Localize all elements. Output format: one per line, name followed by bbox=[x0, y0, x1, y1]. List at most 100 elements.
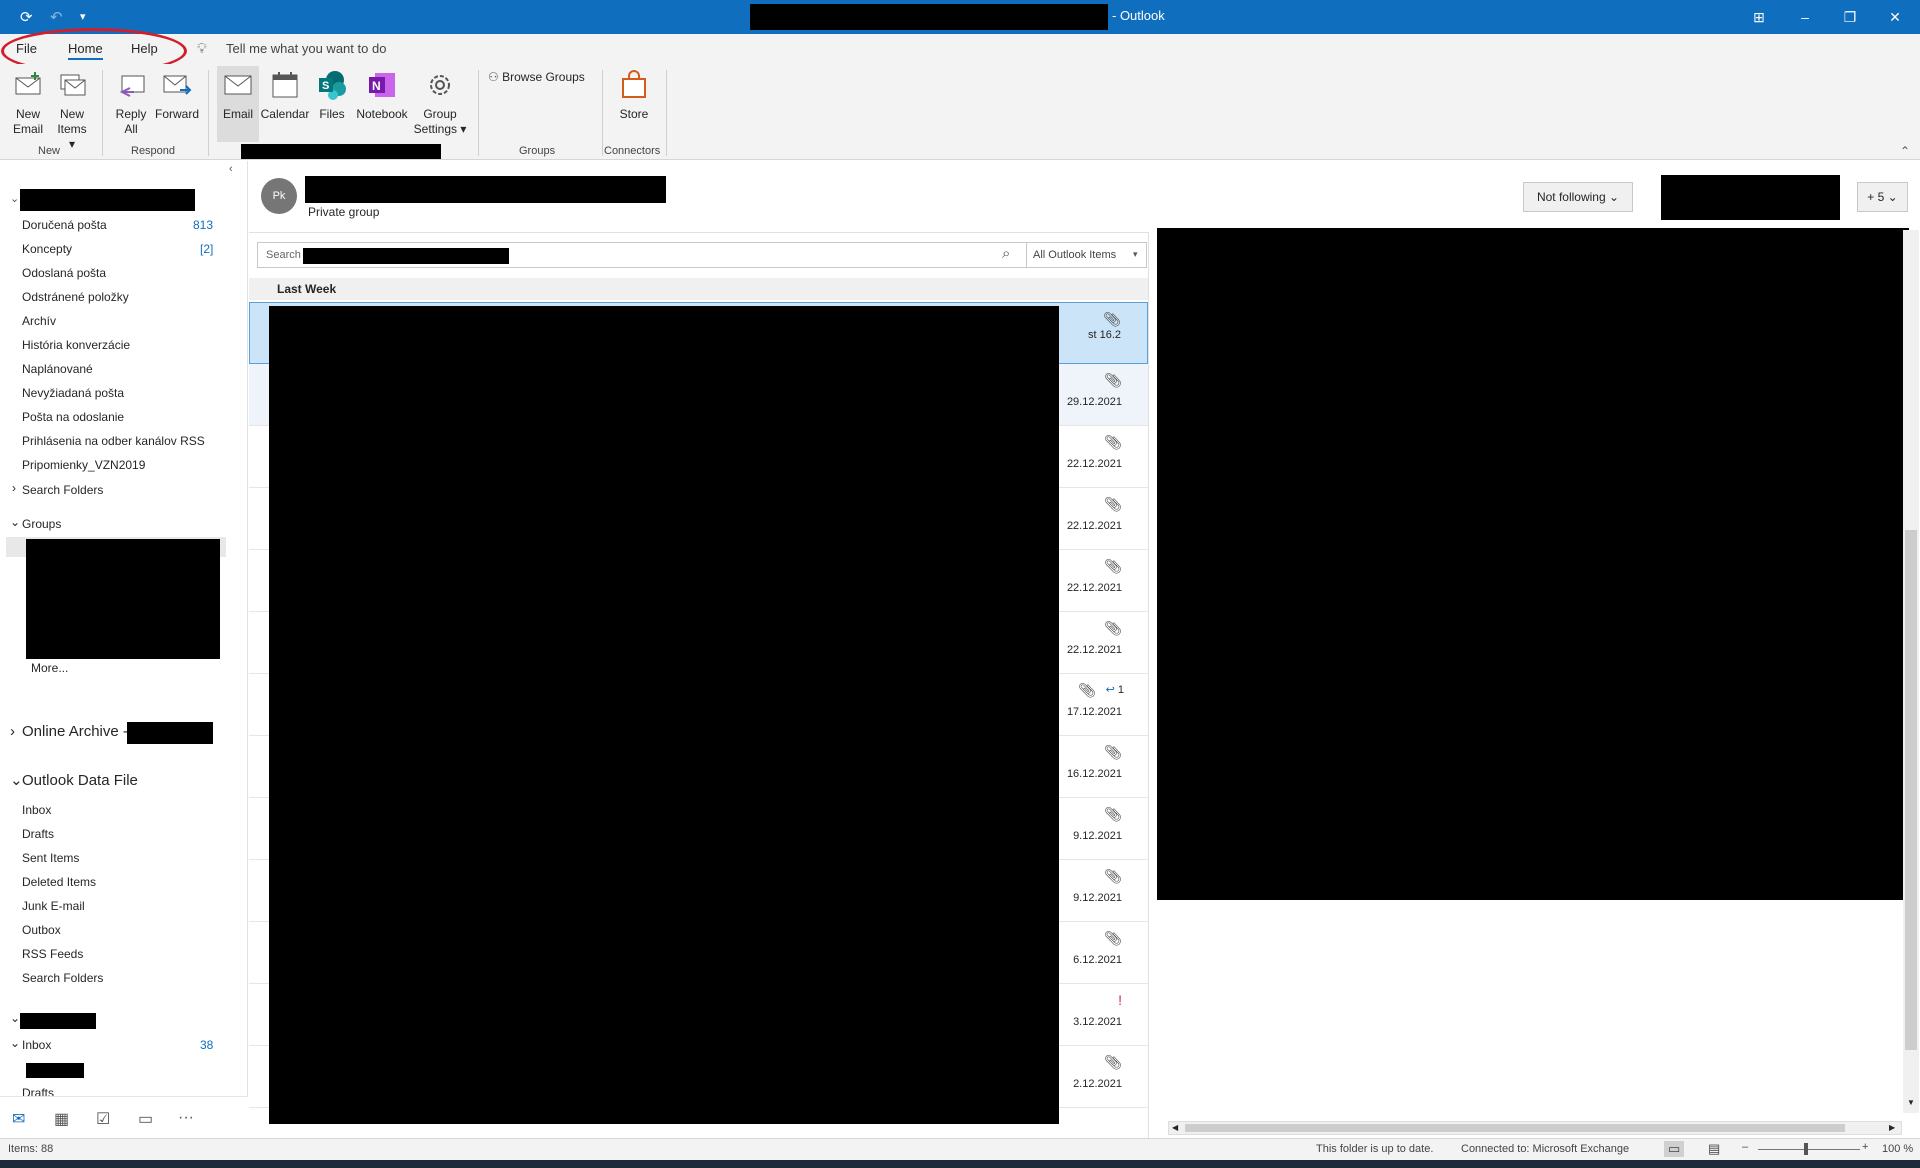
more-groups-link[interactable]: More... bbox=[31, 661, 68, 675]
collapse-pane-icon[interactable]: ‹ bbox=[229, 163, 233, 175]
chevron-down-icon[interactable]: ⌄ bbox=[10, 771, 23, 789]
attachment-icon: 📎︎ bbox=[1104, 496, 1122, 512]
zoom-out-icon[interactable]: – bbox=[1742, 1141, 1748, 1153]
tell-me-search[interactable]: Tell me what you want to do bbox=[226, 41, 386, 56]
folder-item[interactable]: Pošta na odoslanie bbox=[22, 410, 124, 424]
mail-module-icon[interactable]: ✉ bbox=[12, 1109, 25, 1129]
envelope-icon bbox=[15, 72, 41, 95]
notebook-button[interactable]: N Notebook bbox=[354, 70, 410, 122]
chevron-right-icon[interactable]: › bbox=[10, 723, 15, 740]
onenote-icon: N bbox=[369, 73, 395, 97]
new-items-icon bbox=[60, 74, 86, 96]
horizontal-scrollbar[interactable]: ◀ ▶ bbox=[1168, 1121, 1902, 1135]
folder-item[interactable]: Nevyžiadaná pošta bbox=[22, 386, 124, 400]
reply-count: 1 bbox=[1117, 684, 1124, 696]
zoom-slider[interactable] bbox=[1758, 1149, 1860, 1150]
folder-item[interactable]: RSS Feeds bbox=[22, 947, 83, 961]
browse-groups-label: Browse Groups bbox=[502, 70, 585, 84]
folder-item[interactable]: Inbox bbox=[22, 803, 51, 817]
folder-item[interactable]: Sent Items bbox=[22, 851, 79, 865]
new-items-button[interactable]: New Items ▾ bbox=[54, 70, 90, 152]
zoom-slider-thumb[interactable] bbox=[1804, 1143, 1808, 1155]
groups-header[interactable]: Groups bbox=[22, 517, 61, 531]
attachment-icon: 📎︎ bbox=[1104, 372, 1122, 388]
message-date: 17.12.2021 bbox=[1066, 706, 1122, 718]
folder-inbox-account-3[interactable]: Inbox bbox=[22, 1038, 51, 1052]
minimize-icon[interactable]: – bbox=[1790, 6, 1820, 28]
tasks-module-icon[interactable]: ☑ bbox=[96, 1109, 110, 1129]
folder-item[interactable]: Doručená pošta bbox=[22, 218, 107, 232]
message-date: st 16.2 bbox=[1087, 329, 1121, 341]
folder-item[interactable]: Archív bbox=[22, 314, 56, 328]
scroll-left-icon[interactable]: ◀ bbox=[1172, 1123, 1178, 1132]
calendar-module-icon[interactable]: ▦ bbox=[54, 1109, 69, 1129]
sharepoint-icon: S bbox=[319, 71, 346, 100]
folder-item[interactable]: Odoslaná pošta bbox=[22, 266, 106, 280]
online-archive-header[interactable]: Online Archive - bbox=[22, 723, 128, 740]
search-icon[interactable]: ⌕ bbox=[1002, 245, 1010, 262]
folder-item[interactable]: Prihlásenia na odber kanálov RSS bbox=[22, 434, 205, 448]
search-scope-dropdown[interactable]: All Outlook Items bbox=[1033, 249, 1116, 261]
redacted-members bbox=[1661, 175, 1840, 220]
email-button[interactable]: Email bbox=[218, 70, 258, 122]
folder-item[interactable]: Junk E-mail bbox=[22, 899, 85, 913]
chevron-down-icon[interactable]: ▾ bbox=[1133, 249, 1138, 260]
section-label: Last Week bbox=[277, 282, 337, 296]
restore-icon[interactable]: ❐ bbox=[1835, 6, 1865, 28]
redacted-search-text bbox=[303, 248, 509, 264]
forward-label: Forward bbox=[154, 107, 199, 121]
new-email-button[interactable]: New Email bbox=[10, 70, 46, 137]
folders-module-icon[interactable]: ▭ bbox=[138, 1109, 153, 1129]
vertical-scrollbar[interactable]: ▼ bbox=[1903, 230, 1919, 1113]
calendar-button[interactable]: Calendar bbox=[260, 70, 310, 122]
chevron-down-icon[interactable]: ⌄ bbox=[10, 1036, 20, 1050]
search-input[interactable]: Search bbox=[266, 249, 301, 261]
customize-toolbar-icon[interactable]: ▾ bbox=[80, 10, 86, 23]
attachment-icon: 📎︎ bbox=[1104, 868, 1122, 884]
redacted-title bbox=[750, 4, 1108, 30]
collapse-ribbon-icon[interactable]: ⌃ bbox=[1900, 144, 1910, 158]
hscroll-thumb[interactable] bbox=[1185, 1124, 1845, 1132]
chevron-down-icon[interactable]: ⌄ bbox=[10, 1011, 20, 1025]
group-settings-button[interactable]: Group Settings ▾ bbox=[410, 70, 470, 137]
sync-icon[interactable]: ⟳ bbox=[20, 8, 33, 26]
more-modules-icon[interactable]: ··· bbox=[178, 1109, 194, 1127]
list-section-header[interactable]: Last Week bbox=[249, 278, 1148, 300]
group-privacy: Private group bbox=[308, 205, 380, 219]
ribbon-display-icon[interactable]: ⊞ bbox=[1744, 6, 1774, 28]
folder-item[interactable]: Outbox bbox=[22, 923, 61, 937]
normal-view-icon[interactable]: ▭ bbox=[1664, 1141, 1685, 1157]
folder-item[interactable]: Odstránené položky bbox=[22, 290, 129, 304]
group-settings-label-1: Group bbox=[423, 107, 457, 121]
search-box[interactable]: Search ⌕ All Outlook Items ▾ bbox=[257, 242, 1147, 268]
reply-all-button[interactable]: Reply All bbox=[112, 70, 150, 137]
new-items-label-1: New bbox=[59, 107, 84, 121]
folder-item[interactable]: Deleted Items bbox=[22, 875, 96, 889]
members-button[interactable]: + 5 ⌄ bbox=[1857, 182, 1908, 212]
folder-item[interactable]: Pripomienky_VZN2019 bbox=[22, 458, 145, 472]
folder-item[interactable]: História konverzácie bbox=[22, 338, 130, 352]
scroll-down-icon[interactable]: ▼ bbox=[1907, 1098, 1915, 1107]
scrollbar-thumb[interactable] bbox=[1905, 530, 1917, 1050]
reading-view-icon[interactable]: ▤ bbox=[1708, 1141, 1720, 1157]
close-icon[interactable]: ✕ bbox=[1880, 6, 1910, 28]
folder-item[interactable]: Search Folders bbox=[22, 971, 103, 985]
files-button[interactable]: S Files bbox=[314, 70, 350, 122]
redacted-message-content bbox=[269, 306, 1059, 1124]
undo-icon[interactable]: ↶ bbox=[50, 8, 63, 26]
chevron-down-icon[interactable]: ⌄ bbox=[10, 515, 20, 529]
folder-search-folders[interactable]: Search Folders bbox=[22, 483, 103, 497]
zoom-in-icon[interactable]: + bbox=[1862, 1141, 1868, 1153]
follow-dropdown[interactable]: Not following ⌄ bbox=[1523, 182, 1633, 212]
browse-groups-button[interactable]: ⚇ Browse Groups bbox=[488, 70, 585, 84]
forward-button[interactable]: Forward bbox=[154, 70, 200, 122]
chevron-right-icon[interactable]: › bbox=[12, 481, 16, 495]
folder-item[interactable]: Naplánované bbox=[22, 362, 93, 376]
chevron-down-icon[interactable]: ⌄ bbox=[10, 192, 19, 205]
scroll-right-icon[interactable]: ▶ bbox=[1889, 1123, 1895, 1132]
folder-item[interactable]: Drafts bbox=[22, 827, 54, 841]
store-button[interactable]: Store bbox=[614, 70, 654, 122]
outlook-data-file-header[interactable]: Outlook Data File bbox=[22, 772, 138, 789]
folder-item[interactable]: Koncepty bbox=[22, 242, 72, 256]
zoom-level[interactable]: 100 % bbox=[1882, 1143, 1913, 1155]
